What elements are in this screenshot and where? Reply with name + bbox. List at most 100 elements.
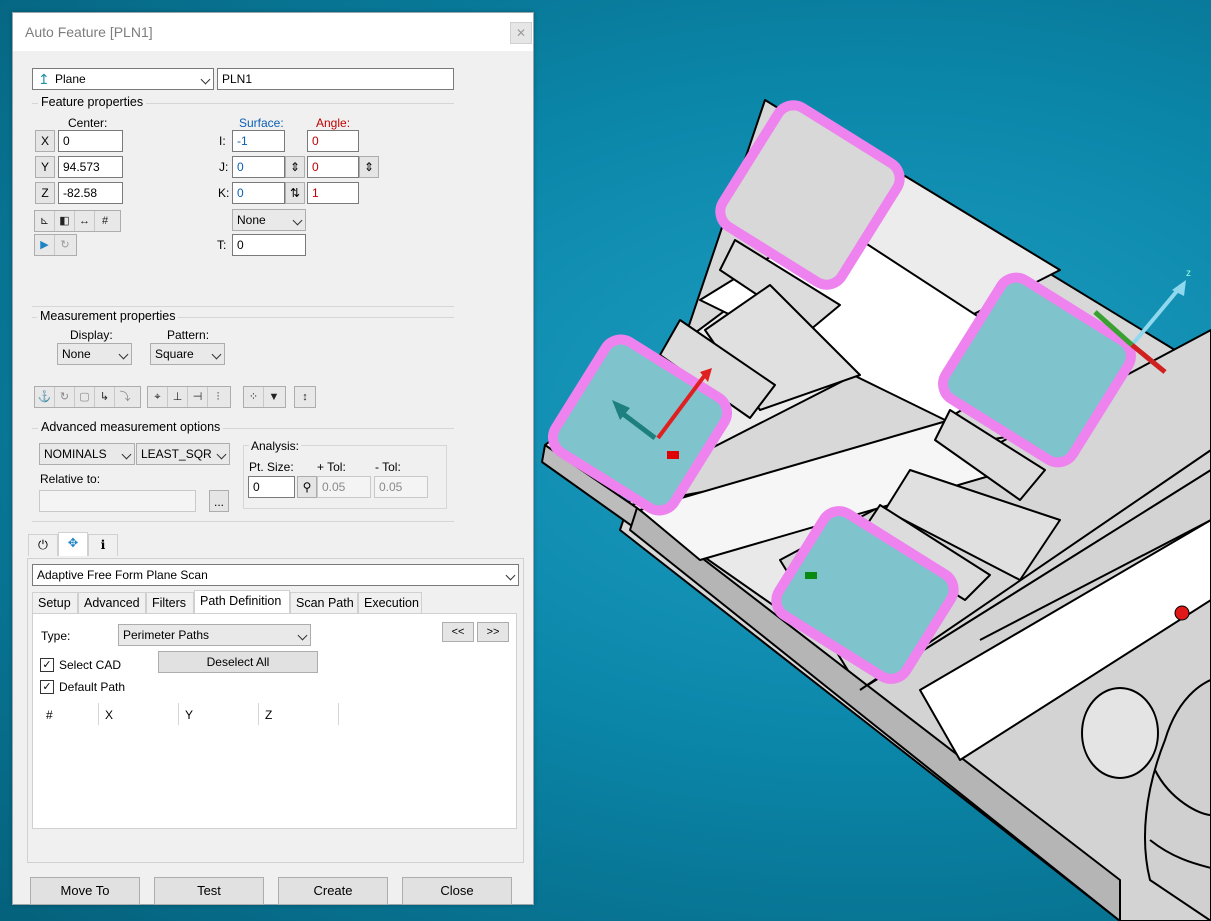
feature-type-value: Plane <box>55 72 86 86</box>
surface-k-input[interactable]: 0 <box>232 182 285 204</box>
angle-flip-icon[interactable]: ⇕ <box>359 156 379 178</box>
vector-swap-icon[interactable]: ⇅ <box>285 182 305 204</box>
select-cad-label: Select CAD <box>59 658 122 672</box>
display-select[interactable]: None <box>57 343 132 365</box>
angle-label: Angle: <box>316 116 351 130</box>
relative-to-input[interactable] <box>39 490 196 512</box>
tab-advanced[interactable]: Advanced <box>78 592 146 614</box>
hits-icon[interactable]: ⫶ <box>208 387 228 407</box>
angle-j-input[interactable]: 0 <box>307 156 359 178</box>
next-button[interactable]: >> <box>477 622 509 642</box>
j-label: J: <box>219 160 229 174</box>
plus-tol-label: + Tol: <box>317 460 346 474</box>
minus-tol-label: - Tol: <box>375 460 401 474</box>
edge-point-icon[interactable]: ↔ <box>75 211 95 231</box>
create-button[interactable]: Create <box>278 877 388 905</box>
surface-label: Surface: <box>239 116 284 130</box>
nominals-select[interactable]: NOMINALS <box>39 443 135 465</box>
column-divider <box>338 703 339 725</box>
chevron-down-icon <box>118 349 129 360</box>
depth-icon[interactable]: ⤵ <box>115 387 135 407</box>
probe-search-icon[interactable]: ⚲ <box>297 476 317 498</box>
pt-size-input[interactable]: 0 <box>248 476 295 498</box>
filter-icon[interactable]: ▼ <box>264 387 284 407</box>
play-toolbar: ▶ ↻ <box>34 234 77 256</box>
relative-to-browse-button[interactable]: ... <box>209 490 229 512</box>
measure-toolbar-2: ⌖ ⊥ ⊣ ⫶ <box>147 386 231 408</box>
chevron-down-icon <box>297 630 308 641</box>
pattern-label: Pattern: <box>167 328 210 342</box>
path-icon[interactable]: ↳ <box>95 387 115 407</box>
chevron-down-icon <box>216 449 227 460</box>
fit-select[interactable]: LEAST_SQR <box>136 443 230 465</box>
pattern-select[interactable]: Square <box>150 343 225 365</box>
close-icon[interactable]: ✕ <box>510 22 532 44</box>
hit-side-icon[interactable]: ⊣ <box>188 387 208 407</box>
path-type-value: Perimeter Paths <box>123 628 210 642</box>
minus-tol-input[interactable]: 0.05 <box>374 476 428 498</box>
dialog-title: Auto Feature [PLN1] <box>25 24 153 40</box>
angle-k-input[interactable]: 1 <box>307 182 359 204</box>
chevron-down-icon <box>505 570 516 581</box>
surface-i-input[interactable]: -1 <box>232 130 285 152</box>
deselect-all-button[interactable]: Deselect All <box>158 651 318 673</box>
center-y-input[interactable]: 94.573 <box>58 156 123 178</box>
axis-icon[interactable]: ⊾ <box>35 211 55 231</box>
display-select-value: None <box>62 347 91 361</box>
hit-down-icon[interactable]: ⊥ <box>168 387 188 407</box>
tab-filters[interactable]: Filters <box>146 592 194 614</box>
close-button[interactable]: Close <box>402 877 512 905</box>
svg-text:z: z <box>1186 268 1191 279</box>
previous-button[interactable]: << <box>442 622 474 642</box>
center-z-input[interactable]: -82.58 <box>58 182 123 204</box>
angle-i-input[interactable]: 0 <box>307 130 359 152</box>
z-button[interactable]: Z <box>35 182 55 204</box>
play-icon[interactable]: ▶ <box>35 235 55 255</box>
sample-icon[interactable]: ▢ <box>75 387 95 407</box>
x-button[interactable]: X <box>35 130 55 152</box>
feature-toolbar: ⊾ ◧ ↔ # <box>34 210 121 232</box>
solid-icon[interactable]: ◧ <box>55 211 75 231</box>
default-path-checkbox[interactable]: ✓ <box>40 680 54 694</box>
plus-tol-input[interactable]: 0.05 <box>317 476 371 498</box>
tab-scan-path[interactable]: Scan Path <box>290 592 358 614</box>
move-to-button[interactable]: Move To <box>30 877 140 905</box>
title-bar[interactable]: Auto Feature [PLN1] ✕ <box>13 13 533 51</box>
height-icon[interactable]: ↕ <box>295 387 315 407</box>
feature-id-input[interactable]: PLN1 <box>217 68 454 90</box>
feature-type-select[interactable]: ↥ Plane <box>32 68 214 90</box>
surface-flip-icon[interactable]: ⇕ <box>285 156 305 178</box>
pt-size-label: Pt. Size: <box>249 460 294 474</box>
replay-icon[interactable]: ↻ <box>55 235 75 255</box>
nominals-select-value: NOMINALS <box>44 447 107 461</box>
y-button[interactable]: Y <box>35 156 55 178</box>
anchor-icon[interactable]: ⚓ <box>35 387 55 407</box>
points-icon[interactable]: ⁘ <box>244 387 264 407</box>
column-divider <box>98 703 99 725</box>
select-cad-checkbox[interactable]: ✓ <box>40 658 54 672</box>
scan-method-select[interactable]: Adaptive Free Form Plane Scan <box>32 564 519 586</box>
target-icon[interactable]: ⌖ <box>148 387 168 407</box>
chevron-down-icon <box>211 349 222 360</box>
vector-select-value: None <box>237 213 266 227</box>
type-label: Type: <box>41 629 71 643</box>
center-x-input[interactable]: 0 <box>58 130 123 152</box>
move-axes-icon[interactable]: ✥ <box>58 532 88 556</box>
default-path-label: Default Path <box>59 680 126 694</box>
surface-j-input[interactable]: 0 <box>232 156 285 178</box>
power-icon[interactable]: ⏻ <box>28 534 58 556</box>
vector-select[interactable]: None <box>232 209 306 231</box>
column-divider <box>178 703 179 725</box>
column-header: Y <box>185 708 194 722</box>
path-type-select[interactable]: Perimeter Paths <box>118 624 311 646</box>
tab-setup[interactable]: Setup <box>32 592 78 614</box>
thickness-input[interactable]: 0 <box>232 234 306 256</box>
info-icon[interactable]: ℹ <box>88 534 118 556</box>
test-button[interactable]: Test <box>154 877 264 905</box>
tab-execution[interactable]: Execution <box>358 592 422 614</box>
plane-icon: ↥ <box>38 71 50 87</box>
grid-icon[interactable]: # <box>95 211 115 231</box>
k-label: K: <box>218 186 230 200</box>
rotate-icon[interactable]: ↻ <box>55 387 75 407</box>
tab-path-definition[interactable]: Path Definition <box>194 590 290 614</box>
